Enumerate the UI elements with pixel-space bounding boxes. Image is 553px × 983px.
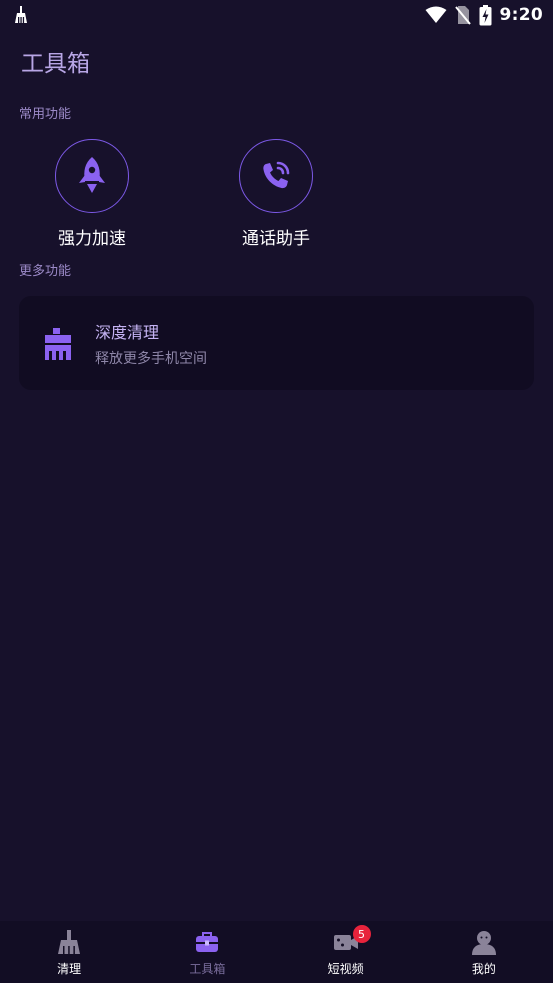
battery-charging-icon bbox=[479, 4, 492, 25]
no-sim-icon bbox=[454, 6, 471, 25]
tool-call-assistant-circle bbox=[239, 139, 313, 213]
nav-item-clean[interactable]: 清理 bbox=[0, 921, 138, 983]
nav-label-mine: 我的 bbox=[471, 962, 496, 976]
tool-speed-boost-circle bbox=[55, 139, 129, 213]
tool-call-assistant-label: 通话助手 bbox=[242, 229, 310, 249]
short-video-badge: 5 bbox=[352, 925, 371, 943]
status-time: 9:20 bbox=[499, 5, 543, 25]
common-section-label: 常用功能 bbox=[19, 107, 72, 122]
nav-item-toolbox[interactable]: 工具箱 bbox=[138, 921, 276, 983]
phone-call-icon bbox=[263, 161, 290, 189]
status-bar: 9:20 bbox=[0, 0, 553, 30]
user-icon bbox=[471, 931, 496, 955]
deep-clean-title: 深度清理 bbox=[95, 323, 160, 342]
page-title: 工具箱 bbox=[21, 51, 90, 77]
nav-label-toolbox: 工具箱 bbox=[189, 962, 226, 976]
toolbox-icon bbox=[196, 932, 219, 952]
nav-label-clean: 清理 bbox=[57, 962, 82, 976]
nav-item-short-video[interactable]: 5 短视频 bbox=[277, 921, 415, 983]
wifi-icon bbox=[425, 6, 447, 23]
deep-clean-subtitle: 释放更多手机空间 bbox=[95, 351, 207, 367]
rocket-icon bbox=[79, 157, 105, 193]
cleaner-icon bbox=[15, 6, 27, 23]
more-section-label: 更多功能 bbox=[19, 264, 72, 279]
broom-icon bbox=[58, 930, 81, 954]
broom-icon bbox=[45, 328, 71, 360]
tool-speed-boost-label: 强力加速 bbox=[58, 229, 126, 249]
bottom-nav: 清理 工具箱 5 短视频 我的 bbox=[0, 921, 553, 983]
deep-clean-card[interactable]: 深度清理 释放更多手机空间 bbox=[19, 296, 534, 390]
tool-speed-boost[interactable]: 强力加速 bbox=[37, 139, 147, 249]
nav-label-short-video: 短视频 bbox=[327, 962, 364, 976]
tool-call-assistant[interactable]: 通话助手 bbox=[221, 139, 331, 249]
nav-item-mine[interactable]: 我的 bbox=[415, 921, 553, 983]
status-icons: 9:20 bbox=[425, 4, 543, 26]
toolbox-screen: 9:20 工具箱 常用功能 强力加速 通话助手 更多功能 深度清理 释放更多手机… bbox=[0, 0, 553, 983]
